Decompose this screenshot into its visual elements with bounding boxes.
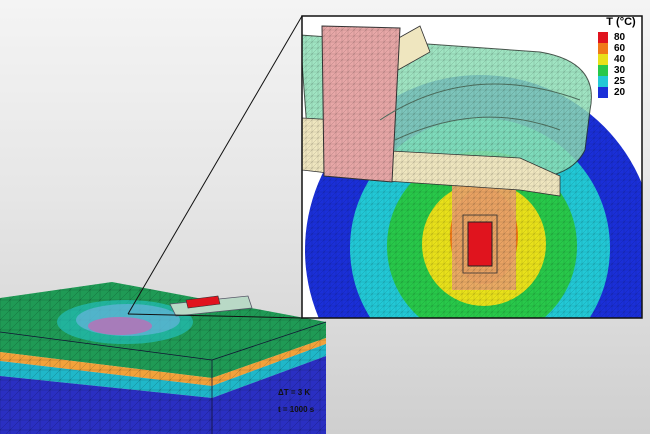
legend-label: 60 — [614, 43, 626, 54]
legend-swatch — [598, 43, 608, 54]
legend-swatch — [598, 76, 608, 87]
legend-label: 20 — [614, 87, 626, 98]
temperature-legend: T (°C) 80 60 40 30 25 20 — [598, 16, 644, 98]
legend-entry: 60 — [598, 43, 644, 54]
simulation-figure: T (°C) 80 60 40 30 25 20 ΔT = 3 K t = 10… — [0, 0, 650, 434]
legend-label: 40 — [614, 54, 626, 65]
probe-core — [467, 221, 493, 267]
legend-entry: 25 — [598, 76, 644, 87]
legend-entry: 80 — [598, 32, 644, 43]
time-label: t = 1000 s — [278, 405, 315, 414]
legend-label: 30 — [614, 65, 626, 76]
legend-swatch — [598, 32, 608, 43]
mesh-illustration — [0, 15, 643, 434]
zoom-lines — [127, 15, 303, 319]
legend-swatch — [598, 65, 608, 76]
legend-entry: 20 — [598, 87, 644, 98]
legend-swatch — [598, 54, 608, 65]
legend-entry: 40 — [598, 54, 644, 65]
delta-t-label: ΔT = 3 K — [278, 388, 311, 397]
legend-label: 25 — [614, 76, 626, 87]
legend-title: T (°C) — [606, 16, 636, 28]
legend-entry: 30 — [598, 65, 644, 76]
legend-swatch — [598, 87, 608, 98]
legend-label: 80 — [614, 32, 626, 43]
